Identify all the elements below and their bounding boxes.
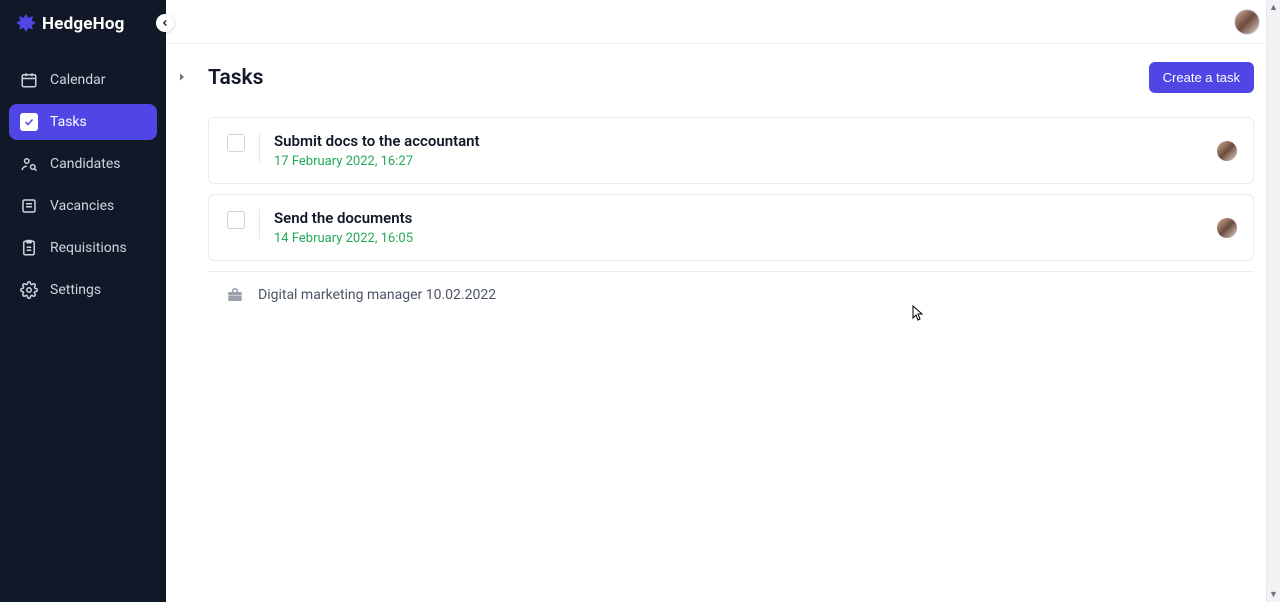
linked-vacancy-label: Digital marketing manager 10.02.2022 xyxy=(258,287,496,303)
sidebar-item-label: Settings xyxy=(50,282,101,298)
task-info: Submit docs to the accountant 17 Februar… xyxy=(274,132,1235,169)
requisitions-icon xyxy=(20,239,38,257)
expand-panel-icon[interactable] xyxy=(176,68,188,80)
sidebar-item-label: Tasks xyxy=(50,114,87,130)
brand-logo[interactable]: HedgeHog xyxy=(0,12,166,62)
sidebar-item-label: Candidates xyxy=(50,156,121,172)
user-avatar[interactable] xyxy=(1234,9,1260,35)
task-list: Submit docs to the accountant 17 Februar… xyxy=(176,117,1254,261)
sidebar-item-candidates[interactable]: Candidates xyxy=(9,146,157,182)
task-checkbox[interactable] xyxy=(227,134,245,152)
candidates-icon xyxy=(20,155,38,173)
task-checkbox[interactable] xyxy=(227,211,245,229)
task-title: Submit docs to the accountant xyxy=(274,132,1235,150)
sidebar-nav: Calendar Tasks Candidates xyxy=(0,62,166,308)
topbar xyxy=(166,0,1280,44)
calendar-icon xyxy=(20,71,38,89)
sidebar-item-tasks[interactable]: Tasks xyxy=(9,104,157,140)
vacancies-icon xyxy=(20,197,38,215)
hedgehog-icon xyxy=(14,12,38,36)
divider xyxy=(259,209,260,239)
collapse-sidebar-button[interactable] xyxy=(156,14,174,32)
briefcase-icon xyxy=(226,286,244,304)
sidebar-item-requisitions[interactable]: Requisitions xyxy=(9,230,157,266)
page-header: Tasks Create a task xyxy=(176,62,1254,93)
settings-icon xyxy=(20,281,38,299)
sidebar-item-label: Vacancies xyxy=(50,198,114,214)
assignee-avatar[interactable] xyxy=(1217,141,1237,161)
sidebar-item-calendar[interactable]: Calendar xyxy=(9,62,157,98)
content: Tasks Create a task Submit docs to the a… xyxy=(166,44,1280,602)
task-title: Send the documents xyxy=(274,209,1235,227)
linked-vacancy-row[interactable]: Digital marketing manager 10.02.2022 xyxy=(208,271,1254,318)
window-scrollbar[interactable]: ▲ ▼ xyxy=(1266,0,1280,602)
scroll-down-icon: ▼ xyxy=(1269,589,1278,600)
page-title: Tasks xyxy=(208,66,263,90)
main-area: Tasks Create a task Submit docs to the a… xyxy=(166,0,1280,602)
task-date: 17 February 2022, 16:27 xyxy=(274,154,1235,169)
sidebar-item-label: Requisitions xyxy=(50,240,127,256)
scroll-up-icon: ▲ xyxy=(1269,2,1278,13)
tasks-icon xyxy=(20,113,38,131)
task-date: 14 February 2022, 16:05 xyxy=(274,231,1235,246)
task-row[interactable]: Send the documents 14 February 2022, 16:… xyxy=(208,194,1254,261)
task-row[interactable]: Submit docs to the accountant 17 Februar… xyxy=(208,117,1254,184)
sidebar-item-vacancies[interactable]: Vacancies xyxy=(9,188,157,224)
assignee-avatar[interactable] xyxy=(1217,218,1237,238)
brand-name: HedgeHog xyxy=(42,14,125,34)
create-task-button[interactable]: Create a task xyxy=(1149,62,1254,93)
task-info: Send the documents 14 February 2022, 16:… xyxy=(274,209,1235,246)
sidebar-item-settings[interactable]: Settings xyxy=(9,272,157,308)
sidebar: HedgeHog Calendar Tasks xyxy=(0,0,166,602)
sidebar-item-label: Calendar xyxy=(50,72,106,88)
divider xyxy=(259,132,260,162)
